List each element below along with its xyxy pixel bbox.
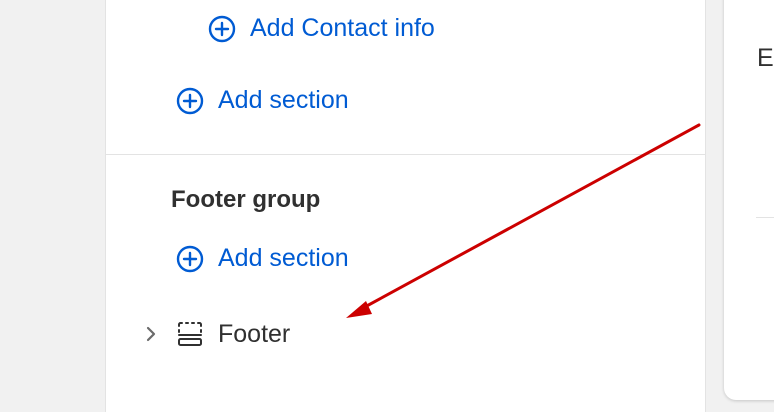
group-divider: [106, 154, 705, 155]
left-gutter: [0, 0, 105, 412]
add-section-button-footer[interactable]: Add section: [176, 244, 349, 273]
section-item-footer-label: Footer: [218, 319, 291, 348]
add-section-label: Add section: [218, 86, 349, 114]
section-item-footer[interactable]: Footer: [142, 316, 290, 352]
chevron-right-icon[interactable]: [142, 325, 160, 343]
sections-panel: Add Contact info Add section Footer grou…: [105, 0, 706, 412]
add-contact-info-label: Add Contact info: [250, 14, 435, 42]
plus-circle-icon: [208, 15, 236, 43]
preview-card-divider: [756, 217, 774, 218]
plus-circle-icon: [176, 87, 204, 115]
preview-card: E: [724, 0, 774, 400]
add-section-button-header[interactable]: Add section: [176, 86, 349, 115]
footer-group-title: Footer group: [171, 186, 321, 213]
layout-footer-icon: [176, 320, 204, 348]
add-section-label: Add section: [218, 244, 349, 272]
editor-screen: Add Contact info Add section Footer grou…: [0, 0, 774, 412]
plus-circle-icon: [176, 245, 204, 273]
preview-card-text: E: [757, 44, 774, 72]
add-contact-info-button[interactable]: Add Contact info: [208, 14, 435, 43]
